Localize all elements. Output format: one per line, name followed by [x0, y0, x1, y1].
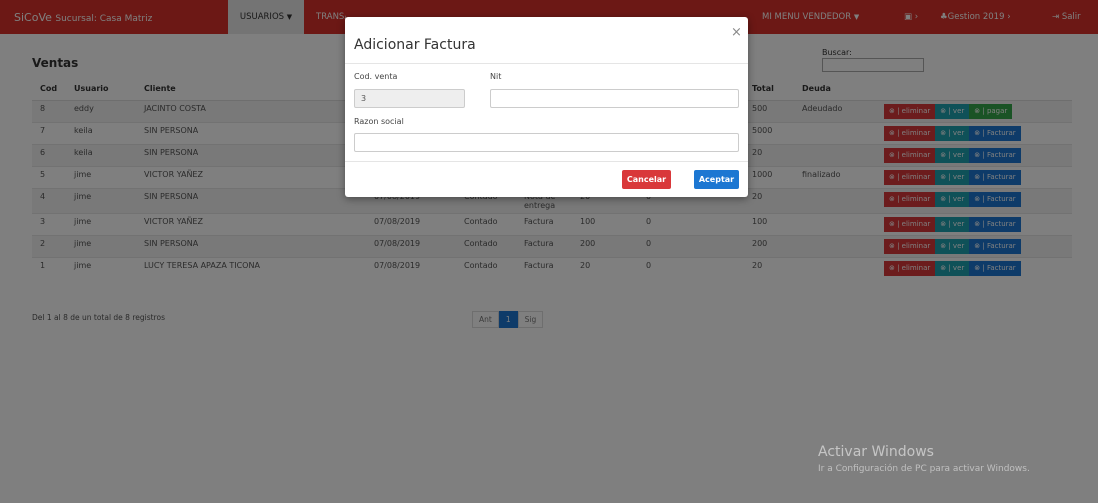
- modal-header-divider: [345, 63, 748, 64]
- razon-social-label: Razon social: [354, 117, 404, 126]
- accept-button[interactable]: Aceptar: [694, 170, 739, 189]
- modal-title: Adicionar Factura: [354, 37, 476, 53]
- cod-venta-label: Cod. venta: [354, 72, 398, 81]
- modal-footer-divider: [345, 161, 748, 162]
- razon-social-field[interactable]: [354, 133, 739, 152]
- add-invoice-modal: Adicionar Factura × Cod. venta 3 Nit Raz…: [345, 17, 748, 197]
- windows-watermark-text: Ir a Configuración de PC para activar Wi…: [818, 464, 1030, 474]
- cod-venta-field[interactable]: 3: [354, 89, 465, 108]
- cancel-button[interactable]: Cancelar: [622, 170, 671, 189]
- nit-label: Nit: [490, 72, 502, 81]
- nit-field[interactable]: [490, 89, 739, 108]
- windows-watermark-title: Activar Windows: [818, 444, 934, 460]
- close-icon[interactable]: ×: [731, 25, 742, 40]
